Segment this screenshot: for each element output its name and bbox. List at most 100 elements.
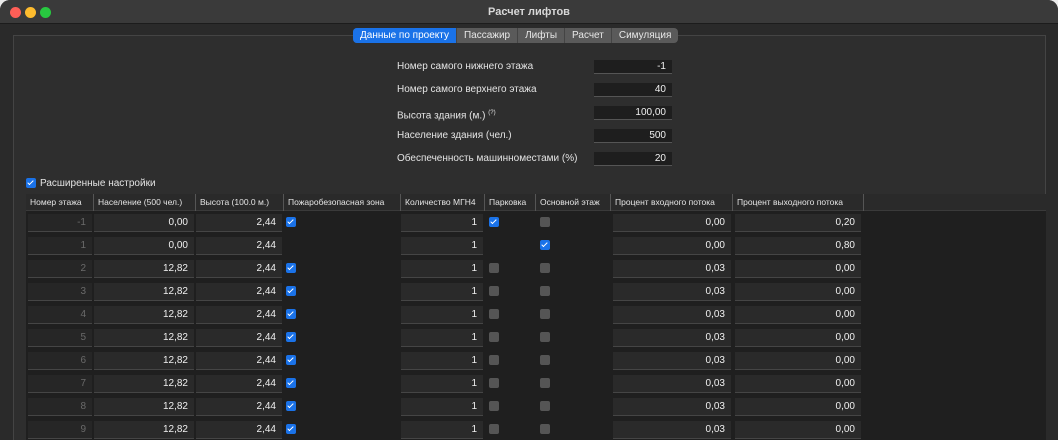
fire-zone-checkbox[interactable] bbox=[286, 332, 296, 342]
parking-checkbox[interactable] bbox=[489, 355, 499, 365]
height-cell[interactable]: 2,44 bbox=[196, 329, 282, 347]
mgn4-count-cell[interactable]: 1 bbox=[401, 329, 483, 347]
main-floor-checkbox[interactable] bbox=[540, 355, 550, 365]
inflow-percent-cell[interactable]: 0,00 bbox=[613, 214, 731, 232]
parking-checkbox[interactable] bbox=[489, 263, 499, 273]
inflow-percent-cell[interactable]: 0,00 bbox=[613, 237, 731, 255]
mgn4-count-cell[interactable]: 1 bbox=[401, 214, 483, 232]
outflow-percent-cell[interactable]: 0,80 bbox=[735, 237, 861, 255]
header-col-parking[interactable]: Парковка bbox=[485, 194, 536, 211]
inflow-percent-cell[interactable]: 0,03 bbox=[613, 421, 731, 439]
population-cell[interactable]: 12,82 bbox=[94, 283, 194, 301]
help-hint[interactable]: (?) bbox=[488, 110, 495, 116]
header-col-mgn4[interactable]: Количество МГН4 bbox=[401, 194, 485, 211]
inflow-percent-cell[interactable]: 0,03 bbox=[613, 329, 731, 347]
tab-calculation[interactable]: Расчет bbox=[565, 28, 612, 43]
inflow-percent-cell[interactable]: 0,03 bbox=[613, 398, 731, 416]
mgn4-count-cell[interactable]: 1 bbox=[401, 306, 483, 324]
main-floor-checkbox[interactable] bbox=[540, 309, 550, 319]
mgn4-count-cell[interactable]: 1 bbox=[401, 375, 483, 393]
height-cell[interactable]: 2,44 bbox=[196, 375, 282, 393]
header-col-outflow[interactable]: Процент выходного потока bbox=[733, 194, 864, 211]
outflow-percent-cell[interactable]: 0,00 bbox=[735, 260, 861, 278]
height-cell[interactable]: 2,44 bbox=[196, 352, 282, 370]
mgn4-count-cell[interactable]: 1 bbox=[401, 283, 483, 301]
fire-zone-checkbox[interactable] bbox=[286, 217, 296, 227]
parking-checkbox[interactable] bbox=[489, 286, 499, 296]
building-height-input[interactable]: 100,00 bbox=[594, 106, 672, 120]
highest-floor-input[interactable]: 40 bbox=[594, 83, 672, 97]
parking-checkbox[interactable] bbox=[489, 401, 499, 411]
main-floor-checkbox[interactable] bbox=[540, 332, 550, 342]
tab-simulation[interactable]: Симуляция bbox=[612, 28, 679, 43]
outflow-percent-cell[interactable]: 0,20 bbox=[735, 214, 861, 232]
parking-checkbox[interactable] bbox=[489, 424, 499, 434]
mgn4-count-cell[interactable]: 1 bbox=[401, 237, 483, 255]
fire-zone-checkbox[interactable] bbox=[286, 309, 296, 319]
mgn4-count-cell[interactable]: 1 bbox=[401, 352, 483, 370]
tab-project-data[interactable]: Данные по проекту bbox=[353, 28, 457, 43]
height-cell[interactable]: 2,44 bbox=[196, 283, 282, 301]
population-cell[interactable]: 0,00 bbox=[94, 237, 194, 255]
population-cell[interactable]: 12,82 bbox=[94, 306, 194, 324]
fire-zone-checkbox[interactable] bbox=[286, 378, 296, 388]
inflow-percent-cell[interactable]: 0,03 bbox=[613, 306, 731, 324]
outflow-percent-cell[interactable]: 0,00 bbox=[735, 375, 861, 393]
inflow-percent-cell[interactable]: 0,03 bbox=[613, 375, 731, 393]
height-cell[interactable]: 2,44 bbox=[196, 398, 282, 416]
height-cell[interactable]: 2,44 bbox=[196, 421, 282, 439]
population-input[interactable]: 500 bbox=[594, 129, 672, 143]
inflow-percent-cell[interactable]: 0,03 bbox=[613, 283, 731, 301]
mgn4-count-cell[interactable]: 1 bbox=[401, 398, 483, 416]
main-floor-checkbox[interactable] bbox=[540, 401, 550, 411]
population-cell[interactable]: 12,82 bbox=[94, 398, 194, 416]
header-col-floor-number[interactable]: Номер этажа bbox=[26, 194, 94, 211]
outflow-percent-cell[interactable]: 0,00 bbox=[735, 421, 861, 439]
tab-elevators[interactable]: Лифты bbox=[518, 28, 566, 43]
parking-checkbox[interactable] bbox=[489, 332, 499, 342]
main-floor-checkbox[interactable] bbox=[540, 217, 550, 227]
mgn4-count-cell[interactable]: 1 bbox=[401, 260, 483, 278]
fire-zone-checkbox[interactable] bbox=[286, 401, 296, 411]
fire-zone-checkbox[interactable] bbox=[286, 286, 296, 296]
parking-checkbox[interactable] bbox=[489, 378, 499, 388]
population-cell[interactable]: 12,82 bbox=[94, 329, 194, 347]
fire-zone-checkbox[interactable] bbox=[286, 263, 296, 273]
fire-zone-checkbox[interactable] bbox=[286, 355, 296, 365]
parking-ratio-input[interactable]: 20 bbox=[594, 152, 672, 166]
inflow-percent-cell[interactable]: 0,03 bbox=[613, 352, 731, 370]
header-col-population[interactable]: Население (500 чел.) bbox=[94, 194, 196, 211]
header-col-height[interactable]: Высота (100.0 м.) bbox=[196, 194, 284, 211]
parking-checkbox[interactable] bbox=[489, 217, 499, 227]
advanced-settings-checkbox[interactable] bbox=[26, 178, 36, 188]
fire-zone-checkbox[interactable] bbox=[286, 424, 296, 434]
header-col-fire-zone[interactable]: Пожаробезопасная зона bbox=[284, 194, 401, 211]
main-floor-checkbox[interactable] bbox=[540, 378, 550, 388]
height-cell[interactable]: 2,44 bbox=[196, 260, 282, 278]
parking-checkbox[interactable] bbox=[489, 309, 499, 319]
outflow-percent-cell[interactable]: 0,00 bbox=[735, 306, 861, 324]
main-floor-checkbox[interactable] bbox=[540, 240, 550, 250]
mgn4-count-cell[interactable]: 1 bbox=[401, 421, 483, 439]
main-floor-checkbox[interactable] bbox=[540, 424, 550, 434]
header-col-inflow[interactable]: Процент входного потока bbox=[611, 194, 733, 211]
population-cell[interactable]: 12,82 bbox=[94, 375, 194, 393]
population-cell[interactable]: 12,82 bbox=[94, 260, 194, 278]
outflow-percent-cell[interactable]: 0,00 bbox=[735, 329, 861, 347]
main-floor-checkbox[interactable] bbox=[540, 286, 550, 296]
advanced-settings[interactable]: Расширенные настройки bbox=[26, 177, 156, 189]
outflow-percent-cell[interactable]: 0,00 bbox=[735, 283, 861, 301]
population-cell[interactable]: 12,82 bbox=[94, 352, 194, 370]
main-floor-checkbox[interactable] bbox=[540, 263, 550, 273]
population-cell[interactable]: 12,82 bbox=[94, 421, 194, 439]
header-col-main-floor[interactable]: Основной этаж bbox=[536, 194, 611, 211]
height-cell[interactable]: 2,44 bbox=[196, 214, 282, 232]
tab-passenger[interactable]: Пассажир bbox=[457, 28, 519, 43]
height-cell[interactable]: 2,44 bbox=[196, 237, 282, 255]
height-cell[interactable]: 2,44 bbox=[196, 306, 282, 324]
population-cell[interactable]: 0,00 bbox=[94, 214, 194, 232]
outflow-percent-cell[interactable]: 0,00 bbox=[735, 352, 861, 370]
inflow-percent-cell[interactable]: 0,03 bbox=[613, 260, 731, 278]
outflow-percent-cell[interactable]: 0,00 bbox=[735, 398, 861, 416]
lowest-floor-input[interactable]: -1 bbox=[594, 60, 672, 74]
